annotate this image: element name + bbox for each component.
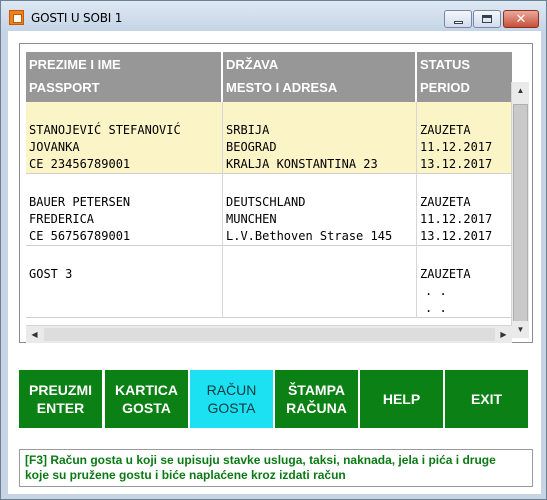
racun-gosta-button[interactable]: RAČUN GOSTA: [190, 370, 273, 428]
info-line: koje su pružene gostu i biće naplaćene k…: [25, 468, 346, 482]
button-label: RAČUNA: [286, 400, 347, 416]
header-name-passport[interactable]: PREZIME I IME PASSPORT: [26, 52, 223, 102]
button-label: KARTICA: [115, 382, 178, 398]
grid-header: PREZIME I IME PASSPORT DRŽAVA MESTO I AD…: [26, 52, 512, 102]
scroll-right-icon[interactable]: ▶: [495, 326, 512, 343]
cell-line: . .: [425, 284, 447, 298]
cell-line: BAUER PETERSEN: [29, 195, 131, 209]
cell-address: SRBIJA BEOGRAD KRALJA KONSTANTINA 23: [223, 102, 417, 174]
cell-line: BEOGRAD: [226, 140, 277, 154]
cell-status: ZAUZETA 11.12.2017 13.12.2017: [417, 174, 512, 246]
header-label: PASSPORT: [29, 80, 100, 95]
cell-line: DEUTSCHLAND: [226, 195, 306, 209]
cell-line: ZAUZETA: [420, 267, 471, 281]
button-label: RAČUN: [206, 382, 257, 398]
scroll-up-icon[interactable]: ▲: [512, 82, 529, 99]
button-label: ŠTAMPA: [287, 382, 346, 398]
maximize-button[interactable]: [473, 10, 501, 28]
button-label: GOSTA: [207, 400, 256, 416]
exit-button[interactable]: EXIT: [445, 370, 528, 428]
cell-line: JOVANKA: [29, 140, 80, 154]
close-button[interactable]: ✕: [503, 10, 539, 28]
title-bar[interactable]: GOSTI U SOBI 1 ✕: [1, 1, 546, 31]
preuzmi-button[interactable]: PREUZMI ENTER: [19, 370, 102, 428]
cell-address: DEUTSCHLAND MUNCHEN L.V.Bethoven Strase …: [223, 174, 417, 246]
help-button[interactable]: HELP: [360, 370, 443, 428]
header-country-address[interactable]: DRŽAVA MESTO I ADRESA: [223, 52, 417, 102]
close-icon: ✕: [515, 11, 527, 27]
cell-name: GOST 3: [26, 246, 223, 318]
horizontal-scroll-thumb[interactable]: [44, 328, 495, 341]
app-icon: [9, 10, 24, 25]
header-label: DRŽAVA: [226, 57, 279, 72]
horizontal-scrollbar[interactable]: ◀ ▶: [26, 325, 512, 343]
cell-line: 13.12.2017: [420, 229, 493, 243]
button-label: HELP: [382, 391, 421, 407]
table-row[interactable]: BAUER PETERSEN FREDERICA CE 56756789001 …: [26, 174, 512, 246]
cell-line: FREDERICA: [29, 212, 95, 226]
cell-line: CE 23456789001: [29, 157, 131, 171]
cell-line: STANOJEVIĆ STEFANOVIĆ: [29, 123, 181, 137]
cell-line: CE 56756789001: [29, 229, 131, 243]
window-title: GOSTI U SOBI 1: [31, 11, 123, 25]
cell-address: [223, 246, 417, 318]
cell-line: 11.12.2017: [420, 212, 493, 226]
table-row[interactable]: GOST 3 ZAUZETA . . . .: [26, 246, 512, 318]
cell-line: MUNCHEN: [226, 212, 277, 226]
vertical-scrollbar[interactable]: ▲ ▼: [511, 82, 529, 338]
minimize-button[interactable]: [444, 10, 472, 28]
maximize-icon: [482, 15, 492, 23]
table-row[interactable]: STANOJEVIĆ STEFANOVIĆ JOVANKA CE 2345678…: [26, 102, 512, 174]
button-label: GOSTA: [122, 400, 171, 416]
app-window: GOSTI U SOBI 1 ✕ PREZIME I IME PASSPORT …: [0, 0, 547, 500]
client-area: PREZIME I IME PASSPORT DRŽAVA MESTO I AD…: [8, 31, 541, 494]
header-label: STATUS: [420, 57, 471, 72]
header-label: PREZIME I IME: [29, 57, 121, 72]
header-label: PERIOD: [420, 80, 470, 95]
cell-line: GOST 3: [29, 267, 73, 281]
action-buttons: PREUZMI ENTER KARTICA GOSTA RAČUN GOSTA …: [19, 370, 533, 430]
cell-status: ZAUZETA 11.12.2017 13.12.2017: [417, 102, 512, 174]
cell-name: BAUER PETERSEN FREDERICA CE 56756789001: [26, 174, 223, 246]
kartica-gosta-button[interactable]: KARTICA GOSTA: [105, 370, 188, 428]
cell-line: SRBIJA: [226, 123, 270, 137]
guest-grid: PREZIME I IME PASSPORT DRŽAVA MESTO I AD…: [19, 43, 533, 343]
cell-line: L.V.Bethoven Strase 145: [226, 229, 393, 243]
vertical-scroll-thumb[interactable]: [513, 104, 528, 334]
button-label: EXIT: [470, 391, 503, 407]
cell-line: ZAUZETA: [420, 123, 471, 137]
cell-line: . .: [425, 301, 447, 315]
cell-line: 11.12.2017: [420, 140, 493, 154]
button-label: PREUZMI: [29, 382, 92, 398]
stampa-racuna-button[interactable]: ŠTAMPA RAČUNA: [275, 370, 358, 428]
cell-status: ZAUZETA . . . .: [417, 246, 512, 318]
scroll-left-icon[interactable]: ◀: [26, 326, 43, 343]
cell-line: KRALJA KONSTANTINA 23: [226, 157, 378, 171]
button-label: ENTER: [36, 400, 85, 416]
info-line: [F3] Račun gosta u koji se upisuju stavk…: [25, 453, 496, 467]
cell-name: STANOJEVIĆ STEFANOVIĆ JOVANKA CE 2345678…: [26, 102, 223, 174]
cell-line: ZAUZETA: [420, 195, 471, 209]
scroll-down-icon[interactable]: ▼: [512, 321, 529, 338]
help-info-box: [F3] Račun gosta u koji se upisuju stavk…: [19, 449, 533, 487]
header-label: MESTO I ADRESA: [226, 80, 338, 95]
minimize-icon: [453, 20, 463, 24]
cell-line: 13.12.2017: [420, 157, 493, 171]
header-status-period[interactable]: STATUS PERIOD: [417, 52, 512, 102]
